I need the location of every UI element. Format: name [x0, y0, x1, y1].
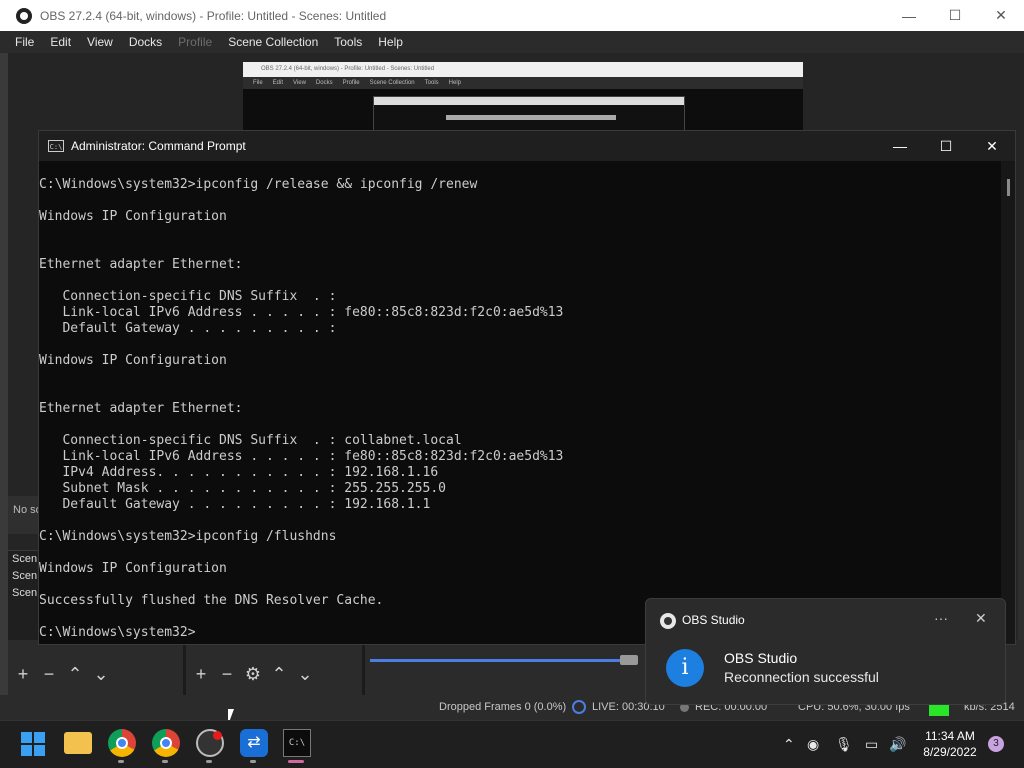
notification-toast[interactable]: OBS Studio ··· ✕ i OBS Studio Reconnecti…	[645, 598, 1006, 705]
system-clock[interactable]: 11:34 AM 8/29/2022	[918, 728, 982, 760]
cmd-window-controls: — ☐ ✕	[877, 131, 1015, 161]
obs-window-controls: — ☐ ✕	[886, 0, 1024, 31]
menu-file[interactable]: File	[0, 35, 42, 49]
menu-help[interactable]: Help	[370, 35, 411, 49]
move-down-icon[interactable]: ⌄	[292, 664, 318, 685]
chrome-icon[interactable]	[108, 729, 136, 757]
dock-separator	[183, 640, 186, 695]
microphone-icon[interactable]: 🎙	[835, 720, 853, 768]
move-down-icon[interactable]: ⌄	[88, 664, 114, 685]
maximize-icon[interactable]: ☐	[932, 0, 978, 31]
obs-app-icon	[660, 613, 676, 629]
menu-docks[interactable]: Docks	[121, 35, 170, 49]
running-indicator	[206, 760, 212, 763]
volume-slider-handle[interactable]	[620, 655, 638, 665]
volume-icon[interactable]: 🔊	[889, 720, 906, 768]
toast-app-name: OBS Studio	[682, 613, 745, 627]
clock-date: 8/29/2022	[923, 745, 977, 759]
teamviewer-icon[interactable]: ⇄	[240, 729, 268, 757]
running-indicator	[250, 760, 256, 763]
close-icon[interactable]: ✕	[978, 0, 1024, 31]
info-icon: i	[666, 649, 704, 687]
menu-view[interactable]: View	[79, 35, 121, 49]
obs-window-title: OBS 27.2.4 (64-bit, windows) - Profile: …	[40, 8, 387, 23]
add-scene-icon[interactable]: +	[10, 664, 36, 685]
menu-profile: Profile	[178, 35, 213, 49]
minimize-icon[interactable]: —	[886, 0, 932, 31]
console-output[interactable]: C:\Windows\system32>ipconfig /release &&…	[39, 177, 999, 641]
clock-time: 11:34 AM	[925, 729, 975, 743]
obs-left-strip	[0, 53, 8, 720]
connection-health-indicator	[929, 705, 949, 716]
scenes-toolbar: + − ⌃ ⌄	[10, 664, 114, 685]
active-indicator	[288, 760, 304, 763]
obs-menubar: File Edit View Docks Profile Scene Colle…	[0, 31, 1024, 53]
menu-scene-collection[interactable]: Scene Collection	[220, 35, 326, 49]
move-up-icon[interactable]: ⌃	[62, 664, 88, 685]
obs-preview[interactable]: OBS 27.2.4 (64-bit, windows) - Profile: …	[243, 62, 803, 132]
preview-titlebar: OBS 27.2.4 (64-bit, windows) - Profile: …	[243, 62, 803, 77]
menu-tools[interactable]: Tools	[326, 35, 370, 49]
obs-tray-icon[interactable]: ◉	[807, 720, 819, 768]
preview-nested-bar	[446, 115, 616, 120]
running-indicator	[118, 760, 124, 763]
notification-count-badge[interactable]: 3	[988, 736, 1004, 752]
remove-scene-icon[interactable]: −	[36, 664, 62, 685]
cmd-app-icon: C:\	[48, 140, 64, 152]
menu-edit[interactable]: Edit	[42, 35, 79, 49]
chrome-profile-icon[interactable]	[152, 729, 180, 757]
minimize-icon[interactable]: —	[877, 131, 923, 161]
preview-menubar: File Edit View Docks Profile Scene Collection…	[243, 77, 803, 89]
command-prompt-taskbar-icon[interactable]: C:\	[283, 729, 311, 757]
toast-title: OBS Studio	[724, 650, 798, 666]
chevron-up-icon[interactable]: ⌃	[783, 720, 795, 768]
dropped-frames: Dropped Frames 0 (0.0%)	[439, 701, 567, 713]
move-up-icon[interactable]: ⌃	[266, 664, 292, 685]
more-options-icon[interactable]: ···	[934, 610, 948, 626]
file-explorer-icon[interactable]	[64, 732, 92, 754]
cmd-window-title: Administrator: Command Prompt	[71, 139, 246, 153]
maximize-icon[interactable]: ☐	[923, 131, 969, 161]
close-icon[interactable]: ✕	[975, 610, 987, 627]
preview-nested-window	[373, 96, 685, 132]
network-icon[interactable]: ▭	[865, 720, 878, 768]
broadcast-icon	[572, 700, 586, 715]
cmd-titlebar: C:\ Administrator: Command Prompt — ☐ ✕	[39, 131, 1015, 161]
cmd-scroll-thumb[interactable]	[1007, 179, 1010, 196]
cmd-scrollbar[interactable]	[1001, 161, 1015, 644]
gear-icon[interactable]: ⚙	[240, 664, 266, 685]
sources-toolbar: + − ⚙ ⌃ ⌄	[188, 664, 318, 685]
remove-source-icon[interactable]: −	[214, 664, 240, 685]
running-indicator	[162, 760, 168, 763]
close-icon[interactable]: ✕	[969, 131, 1015, 161]
preview-nested-titlebar	[374, 97, 684, 105]
volume-slider-track[interactable]	[370, 659, 625, 662]
command-prompt-window[interactable]: C:\ Administrator: Command Prompt — ☐ ✕ …	[38, 130, 1016, 645]
recording-badge-icon	[213, 731, 222, 740]
toast-message: Reconnection successful	[724, 669, 879, 685]
windows-start-icon[interactable]	[20, 729, 48, 757]
obs-logo-icon	[16, 7, 32, 24]
dock-separator	[362, 640, 365, 695]
add-source-icon[interactable]: +	[188, 664, 214, 685]
obs-titlebar: OBS 27.2.4 (64-bit, windows) - Profile: …	[0, 0, 1024, 31]
obs-right-scrollbar[interactable]	[1018, 440, 1024, 640]
